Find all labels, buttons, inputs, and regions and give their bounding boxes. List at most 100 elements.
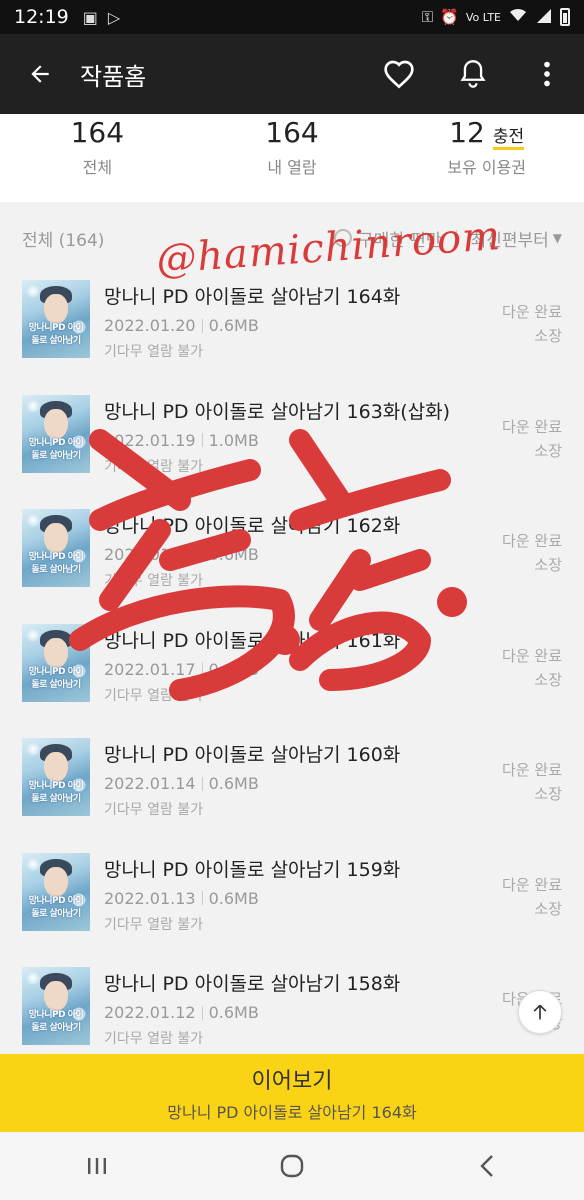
episode-title: 망나니 PD 아이돌로 살아남기 163화(삽화) <box>104 400 451 423</box>
download-status: 다운 완료 <box>502 875 562 894</box>
episode-row[interactable]: 망나니PD 아이돌로 살아남기 망나니 PD 아이돌로 살아남기 164화 20… <box>0 264 584 379</box>
list-header: 전체 (164) 구매한 편만 최신편부터 ▼ <box>0 212 584 264</box>
episode-thumbnail: 망나니PD 아이돌로 살아남기 <box>22 509 90 587</box>
episode-wait-note: 기다무 열람 불가 <box>104 802 204 818</box>
download-status: 다운 완료 <box>502 646 562 665</box>
owned-status: 소장 <box>534 327 562 345</box>
download-status: 다운 완료 <box>502 303 562 321</box>
episode-title: 망나니 PD 아이돌로 살아남기 161화 <box>104 629 401 652</box>
status-icons: ⚿ ⏰ Vo LTE <box>422 7 570 27</box>
thumbnail-title: 망나니PD 아이돌로 살아남기 <box>28 781 84 804</box>
thumbnail-title: 망나니PD 아이돌로 살아남기 <box>28 323 84 346</box>
stat-viewed: 164 내 열람 <box>195 114 390 202</box>
bell-icon[interactable] <box>436 34 510 114</box>
episode-title: 망나니 PD 아이돌로 살아남기 162화 <box>104 515 401 537</box>
episode-thumbnail: 망나니PD 아이돌로 살아남기 <box>22 738 90 816</box>
alarm-icon: ⏰ <box>440 8 459 26</box>
episode-thumbnail: 망나니PD 아이돌로 살아남기 <box>22 280 90 358</box>
episode-size: 1.0MB <box>208 430 259 450</box>
battery-icon <box>560 8 570 26</box>
episode-thumbnail: 망나니PD 아이돌로 살아남기 <box>22 394 90 473</box>
thumbnail-title: 망나니PD 아이돌로 살아남기 <box>28 1010 84 1033</box>
episode-thumbnail: 망나니PD 아이돌로 살아남기 <box>22 852 90 931</box>
back-arrow-icon[interactable] <box>0 34 80 114</box>
episode-row[interactable]: 망나니PD 아이돌로 살아남기 망나니 PD 아이돌로 살아남기 158화 20… <box>0 951 584 1054</box>
thumbnail-title: 망나니PD 아이돌로 살아남기 <box>28 552 84 575</box>
episode-size: 0.6MB <box>208 545 259 564</box>
more-vertical-icon[interactable] <box>510 34 584 114</box>
episode-title: 망나니 PD 아이돌로 살아남기 164화 <box>104 286 401 308</box>
episode-size: 0.6MB <box>208 888 259 908</box>
episode-thumbnail: 망나니PD 아이돌로 살아남기 <box>22 967 90 1045</box>
sort-dropdown[interactable]: 최신편부터 ▼ <box>471 226 562 251</box>
key-icon: ⚿ <box>421 8 434 26</box>
episode-row[interactable]: 망나니PD 아이돌로 살아남기 망나니 PD 아이돌로 살아남기 159화 20… <box>0 837 584 952</box>
owned-status: 소장 <box>534 441 562 460</box>
wifi-icon <box>508 7 528 27</box>
episode-wait-note: 기다무 열람 불가 <box>104 458 204 475</box>
episode-row[interactable]: 망나니PD 아이돌로 살아남기 망나니 PD 아이돌로 살아남기 161화 20… <box>0 608 584 723</box>
episode-list: 망나니PD 아이돌로 살아남기 망나니 PD 아이돌로 살아남기 164화 20… <box>0 264 584 1054</box>
episode-size: 0.6MB <box>208 774 259 793</box>
episode-title: 망나니 PD 아이돌로 살아남기 160화 <box>104 744 401 766</box>
download-status: 다운 완료 <box>502 761 562 779</box>
stat-tickets-row: 12 충전 <box>449 116 525 150</box>
episode-date: 2022.01.17 <box>104 659 196 679</box>
episode-date: 2022.01.12 <box>104 1003 196 1022</box>
thumbnail-title: 망나니PD 아이돌로 살아남기 <box>28 437 84 461</box>
thumbnail-title: 망나니PD 아이돌로 살아남기 <box>28 666 84 690</box>
episode-wait-note: 기다무 열람 불가 <box>104 573 204 589</box>
stat-total-value: 164 <box>70 116 125 149</box>
episode-title: 망나니 PD 아이돌로 살아남기 159화 <box>104 858 401 881</box>
episode-size: 0.6MB <box>208 316 259 335</box>
caret-down-icon: ▼ <box>552 231 562 245</box>
stat-tickets: 12 충전 보유 이용권 <box>389 114 584 202</box>
app-bar: 작품홈 <box>0 34 584 114</box>
stat-viewed-value: 164 <box>265 116 319 149</box>
recent-apps-icon[interactable] <box>52 1132 142 1200</box>
page-title: 작품홈 <box>80 62 147 91</box>
episode-date: 2022.01.20 <box>104 316 196 335</box>
thumbnail-title: 망나니PD 아이돌로 살아남기 <box>28 895 84 919</box>
episode-title: 망나니 PD 아이돌로 살아남기 158화 <box>104 973 401 995</box>
purchased-only-toggle[interactable]: 구매한 편만 <box>333 226 442 251</box>
episode-row[interactable]: 망나니PD 아이돌로 살아남기 망나니 PD 아이돌로 살아남기 163화(삽화… <box>0 379 584 494</box>
stat-total-label: 전체 <box>82 158 113 177</box>
owned-status: 소장 <box>534 899 562 918</box>
episode-size: 0.6MB <box>208 1003 259 1022</box>
system-nav-bar <box>0 1132 584 1200</box>
episode-wait-note: 기다무 열람 불가 <box>104 687 204 704</box>
episode-wait-note: 기다무 열람 불가 <box>104 344 204 360</box>
continue-label: 이어보기 <box>251 1069 333 1094</box>
arrow-up-icon <box>533 1004 547 1020</box>
stat-viewed-label: 내 열람 <box>267 158 317 177</box>
image-icon: ▣ <box>82 7 98 27</box>
status-time: 12:19 <box>14 6 69 28</box>
episode-row[interactable]: 망나니PD 아이돌로 살아남기 망나니 PD 아이돌로 살아남기 160화 20… <box>0 722 584 837</box>
back-icon[interactable] <box>442 1132 532 1200</box>
episode-wait-note: 기다무 열람 불가 <box>104 916 204 933</box>
signal-icon <box>535 7 553 27</box>
continue-episode: 망나니 PD 아이돌로 살아남기 164화 <box>167 1103 417 1122</box>
episode-date: 2022.01.13 <box>104 888 196 908</box>
episode-size: 0.6MB <box>208 659 259 679</box>
home-icon[interactable] <box>247 1132 337 1200</box>
download-status: 다운 완료 <box>502 417 562 436</box>
play-store-icon: ▷ <box>107 7 121 27</box>
sort-label: 최신편부터 <box>470 230 549 251</box>
charge-button[interactable]: 충전 <box>492 127 525 150</box>
owned-status: 소장 <box>534 556 562 574</box>
scroll-top-button[interactable] <box>518 990 562 1034</box>
heart-icon[interactable] <box>362 34 436 114</box>
stats-panel: 164 전체 164 내 열람 12 충전 보유 이용권 <box>0 114 584 202</box>
stat-tickets-label: 보유 이용권 <box>447 158 527 177</box>
continue-reading-button[interactable]: 이어보기 망나니 PD 아이돌로 살아남기 164화 <box>0 1054 584 1132</box>
owned-status: 소장 <box>534 670 562 689</box>
episode-wait-note: 기다무 열람 불가 <box>104 1031 204 1047</box>
radio-icon[interactable] <box>333 229 352 247</box>
episode-date: 2022.01.19 <box>104 430 196 450</box>
episode-row[interactable]: 망나니PD 아이돌로 살아남기 망나니 PD 아이돌로 살아남기 162화 20… <box>0 493 584 608</box>
network-label: Vo LTE <box>465 10 501 24</box>
status-bar: 12:19 ▣ ▷ ⚿ ⏰ Vo LTE <box>0 0 584 34</box>
owned-status: 소장 <box>534 785 562 803</box>
